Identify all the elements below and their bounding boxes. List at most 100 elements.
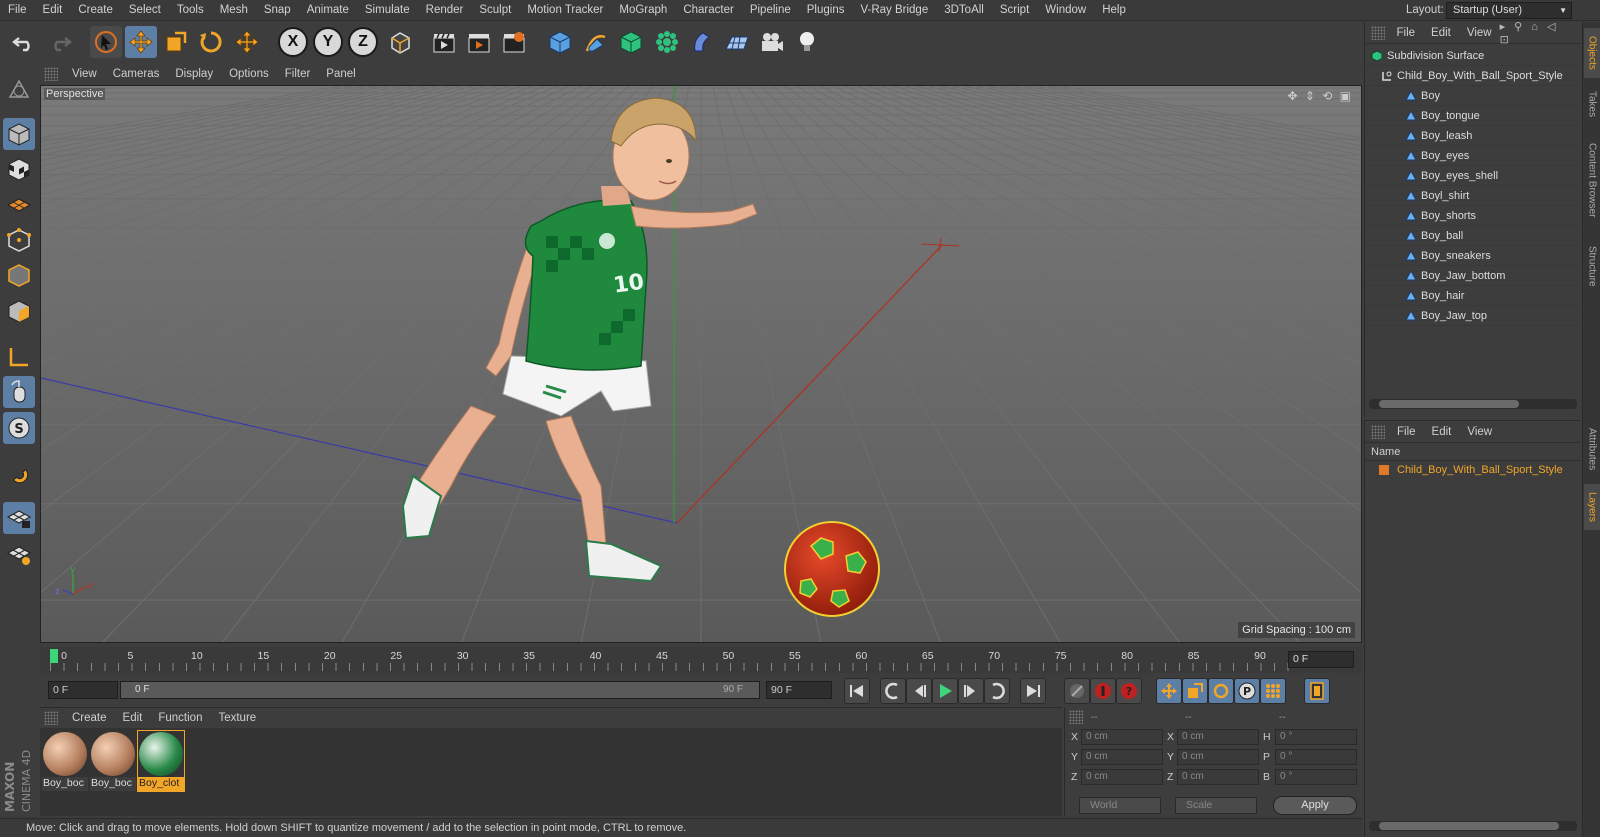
panel-grip-icon[interactable] (1069, 710, 1083, 724)
timeline-ruler[interactable]: 0 5 10 15 20 25 30 35 40 45 50 55 60 65 70 75 80 85 90 0 F (40, 647, 1362, 673)
snap-button[interactable] (3, 458, 35, 490)
autokey-button[interactable]: ? (1116, 678, 1142, 704)
workplane-snap-button[interactable] (3, 538, 35, 570)
live-selection-button[interactable] (90, 26, 122, 58)
menu-motion-tracker[interactable]: Motion Tracker (519, 0, 611, 21)
menu-help[interactable]: Help (1094, 0, 1134, 21)
menu-animate[interactable]: Animate (299, 0, 357, 21)
max-frame-field[interactable]: 90 F (766, 681, 832, 699)
menu-create[interactable]: Create (70, 0, 121, 21)
key-scale-button[interactable] (1182, 678, 1208, 704)
points-mode-button[interactable] (3, 224, 35, 256)
object-tree-row[interactable]: Boy_eyes_shell (1365, 166, 1581, 186)
object-menu-file[interactable]: File (1389, 27, 1424, 39)
preview-range-slider[interactable]: 0 F 90 F (120, 681, 760, 699)
layout-dropdown[interactable]: Startup (User) ▼ (1446, 2, 1572, 19)
tab-structure[interactable]: Structure (1584, 236, 1600, 296)
menu-select[interactable]: Select (121, 0, 169, 21)
menu-mesh[interactable]: Mesh (212, 0, 256, 21)
menu-edit[interactable]: Edit (35, 0, 71, 21)
scrollbar-thumb[interactable] (1379, 822, 1559, 830)
layer-menu-edit[interactable]: Edit (1424, 426, 1460, 438)
menu-vray-bridge[interactable]: V-Ray Bridge (852, 0, 936, 21)
cube-primitive-button[interactable] (544, 26, 576, 58)
tab-attributes[interactable]: Attributes (1584, 420, 1600, 478)
cloner-button[interactable] (651, 26, 683, 58)
play-button[interactable] (932, 678, 958, 704)
menu-window[interactable]: Window (1037, 0, 1094, 21)
deformer-button[interactable] (686, 26, 718, 58)
texture-mode-button[interactable] (3, 153, 35, 185)
object-tree-row[interactable]: Boy_hair (1365, 286, 1581, 306)
tab-content-browser[interactable]: Content Browser (1584, 130, 1600, 230)
viewport-menu-filter[interactable]: Filter (277, 68, 319, 80)
object-hscrollbar[interactable] (1369, 399, 1577, 409)
object-manager-tools-icons[interactable]: ▸ ⚲ ⌂ ◁ ⊡ (1500, 20, 1574, 46)
spline-pen-button[interactable] (580, 26, 612, 58)
rotation-b-field[interactable]: 0 ° (1275, 769, 1357, 785)
object-tree-row[interactable]: Boy_leash (1365, 126, 1581, 146)
transform-tool-button[interactable] (231, 26, 263, 58)
record-keyframe-off-button[interactable] (1064, 678, 1090, 704)
playhead[interactable] (50, 649, 58, 663)
viewport-menu-cameras[interactable]: Cameras (105, 68, 168, 80)
position-z-field[interactable]: 0 cm (1081, 769, 1163, 785)
object-tree-row[interactable]: Child_Boy_With_Ball_Sport_Style (1365, 66, 1581, 86)
layer-menu-view[interactable]: View (1459, 426, 1500, 438)
object-tree-row[interactable]: Boy_shorts (1365, 206, 1581, 226)
camera-button[interactable] (756, 26, 788, 58)
menu-tools[interactable]: Tools (169, 0, 212, 21)
undo-button[interactable] (8, 26, 40, 58)
scale-tool-button[interactable] (160, 26, 192, 58)
menu-plugins[interactable]: Plugins (799, 0, 853, 21)
apply-button[interactable]: Apply (1273, 796, 1357, 815)
object-tree-row[interactable]: Boy_sneakers (1365, 246, 1581, 266)
menu-3dtoall[interactable]: 3DToAll (936, 0, 992, 21)
subdivision-surface-button[interactable] (615, 26, 647, 58)
model-mode-button[interactable] (3, 118, 35, 150)
viewport-menu-options[interactable]: Options (221, 68, 277, 80)
record-button[interactable] (1090, 678, 1116, 704)
menu-character[interactable]: Character (675, 0, 742, 21)
key-rotation-button[interactable] (1208, 678, 1234, 704)
layer-color-swatch[interactable] (1379, 465, 1389, 476)
panel-grip-icon[interactable] (1371, 25, 1385, 40)
goto-end-button[interactable] (1020, 678, 1046, 704)
key-pla-button[interactable] (1260, 678, 1286, 704)
tab-objects[interactable]: Objects (1584, 28, 1600, 78)
render-view-button[interactable] (428, 26, 460, 58)
next-key-button[interactable] (984, 678, 1010, 704)
material-menu-function[interactable]: Function (150, 712, 210, 724)
size-mode-dropdown[interactable]: Scale (1175, 797, 1257, 814)
object-tree-row[interactable]: Boy (1365, 86, 1581, 106)
redo-button[interactable] (44, 26, 76, 58)
coordinate-system-button[interactable] (384, 26, 416, 58)
menu-script[interactable]: Script (992, 0, 1037, 21)
layer-hscrollbar[interactable] (1369, 821, 1577, 831)
tweak-mode-button[interactable] (3, 376, 35, 408)
render-picture-viewer-button[interactable] (463, 26, 495, 58)
light-button[interactable] (791, 26, 823, 58)
workplane-mode-button[interactable] (3, 188, 35, 220)
axis-mode-button[interactable] (3, 341, 35, 373)
timeline-window-button[interactable] (1304, 678, 1330, 704)
prev-key-button[interactable] (880, 678, 906, 704)
tab-layers[interactable]: Layers (1584, 484, 1600, 530)
object-tree-row[interactable]: Boy_tongue (1365, 106, 1581, 126)
object-tree-row[interactable]: Boy_ball (1365, 226, 1581, 246)
size-x-field[interactable]: 0 cm (1177, 729, 1259, 745)
next-frame-button[interactable] (958, 678, 984, 704)
material-menu-texture[interactable]: Texture (210, 712, 264, 724)
y-axis-lock-button[interactable]: Y (313, 27, 343, 57)
viewport-menu-view[interactable]: View (64, 68, 105, 80)
size-y-field[interactable]: 0 cm (1177, 749, 1259, 765)
panel-grip-icon[interactable] (44, 710, 58, 725)
menu-sculpt[interactable]: Sculpt (471, 0, 519, 21)
menu-pipeline[interactable]: Pipeline (742, 0, 799, 21)
polygons-mode-button[interactable] (3, 295, 35, 327)
layer-name-column-header[interactable]: Name (1365, 443, 1580, 461)
object-tree-row[interactable]: Boy_eyes (1365, 146, 1581, 166)
render-settings-button[interactable] (498, 26, 530, 58)
size-z-field[interactable]: 0 cm (1177, 769, 1259, 785)
3d-viewport[interactable]: 10 y x z Perspective ✥ ⇕ ⟲ ▣ Grid Spacin… (40, 85, 1362, 643)
